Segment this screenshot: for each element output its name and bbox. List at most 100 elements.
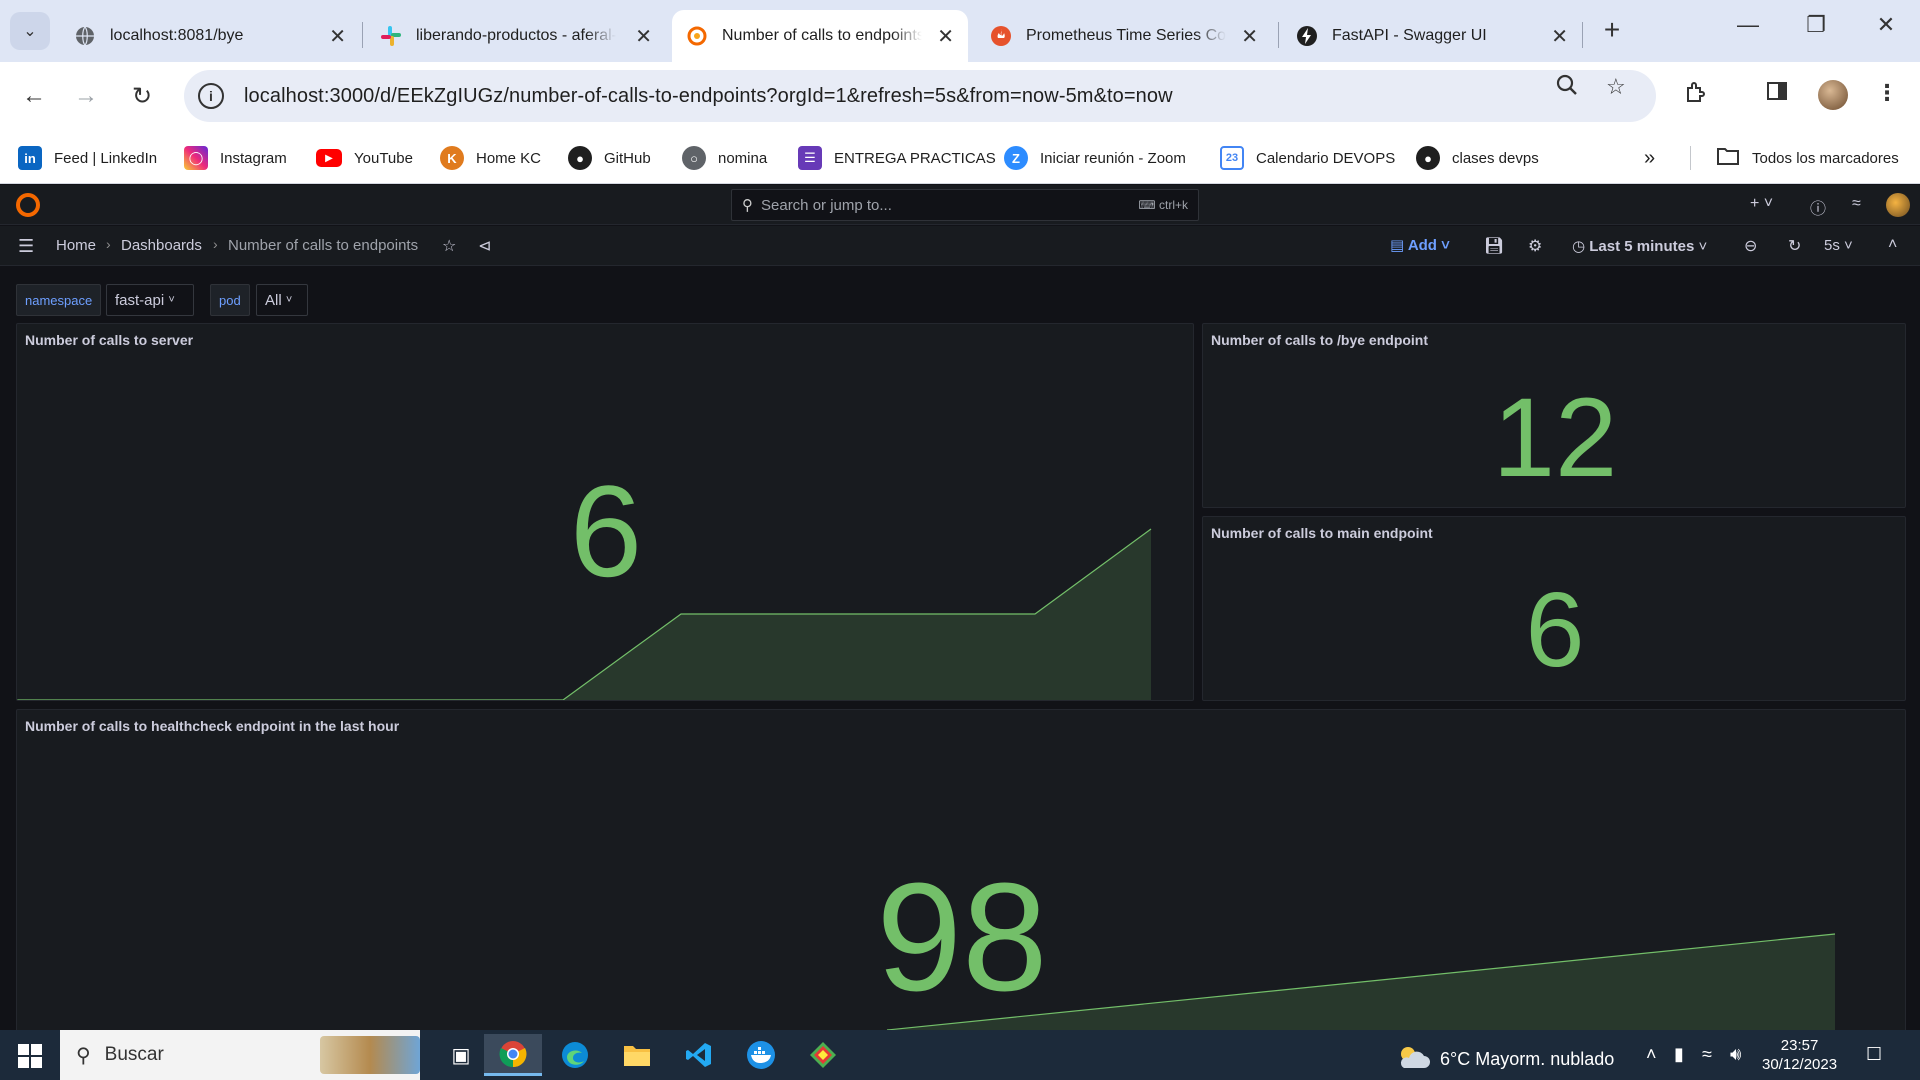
- vscode-taskbar-icon[interactable]: [670, 1034, 728, 1076]
- bookmark-clases-devps[interactable]: ● clases devps: [1416, 144, 1539, 172]
- browser-tab-active[interactable]: Number of calls to endpoints ✕: [672, 10, 968, 62]
- url-text[interactable]: localhost:3000/d/EEkZgIUGz/number-of-cal…: [244, 85, 1173, 108]
- stat-panel-healthcheck-calls[interactable]: Number of calls to healthcheck endpoint …: [16, 709, 1906, 1039]
- bookmark-instagram[interactable]: ◯ Instagram: [184, 144, 287, 172]
- stat-panel-bye-calls[interactable]: Number of calls to /bye endpoint 12: [1202, 323, 1906, 508]
- collapse-icon[interactable]: ˄: [1888, 236, 1897, 254]
- breadcrumb-dashboards[interactable]: Dashboards: [121, 237, 202, 254]
- bookmark-divider: [1690, 146, 1691, 170]
- settings-gear-icon[interactable]: ⚙: [1528, 236, 1542, 256]
- notifications-icon[interactable]: ☐: [1866, 1044, 1882, 1065]
- slack-icon: [380, 25, 402, 47]
- variable-value: fast-api: [115, 291, 165, 309]
- close-icon[interactable]: ✕: [1241, 24, 1258, 49]
- bookmark-nomina[interactable]: ○ nomina: [682, 144, 767, 172]
- new-tab-button[interactable]: +: [1596, 14, 1628, 46]
- new-menu-button[interactable]: + ˅: [1750, 195, 1773, 213]
- browser-tab[interactable]: Prometheus Time Series Colle ✕: [976, 10, 1272, 62]
- volume-icon[interactable]: 🔊︎: [1730, 1044, 1741, 1065]
- address-bar[interactable]: i localhost:3000/d/EEkZgIUGz/number-of-c…: [184, 70, 1656, 122]
- share-icon[interactable]: ⊲: [478, 236, 491, 256]
- search-icon: ⚲: [742, 197, 753, 214]
- browser-tab[interactable]: localhost:8081/bye ✕: [60, 10, 360, 62]
- calendar-icon: 23: [1220, 146, 1244, 170]
- close-icon[interactable]: ✕: [1551, 24, 1568, 49]
- close-icon[interactable]: ✕: [635, 24, 652, 49]
- grafana-top-bar: ⚲ Search or jump to... ⌨ ctrl+k + ˅ ⓘ ≈: [0, 185, 1920, 225]
- panel-title: Number of calls to /bye endpoint: [1211, 332, 1429, 348]
- bookmark-github[interactable]: ● GitHub: [568, 144, 651, 172]
- side-panel-icon[interactable]: [1766, 80, 1788, 108]
- more-menu-icon[interactable]: ⋮: [1876, 80, 1898, 106]
- time-range-picker[interactable]: ◷ Last 5 minutes ˅: [1572, 237, 1707, 255]
- hamburger-menu-icon[interactable]: ☰: [18, 236, 34, 257]
- bookmark-entrega-practicas[interactable]: ☰ ENTREGA PRACTICAS: [798, 144, 996, 172]
- instagram-icon: ◯: [184, 146, 208, 170]
- news-feed-icon[interactable]: ≈: [1852, 195, 1861, 213]
- window-close-button[interactable]: ✕: [1866, 12, 1906, 38]
- chevron-down-icon: ˅: [168, 294, 175, 306]
- restore-button[interactable]: ❐: [1796, 12, 1836, 38]
- star-icon[interactable]: ☆: [442, 236, 456, 256]
- refresh-icon[interactable]: ↻: [1788, 236, 1801, 256]
- bookmark-label: nomina: [718, 149, 768, 167]
- minimize-button[interactable]: —: [1728, 12, 1768, 38]
- bookmark-calendario[interactable]: 23 Calendario DEVOPS: [1220, 144, 1395, 172]
- forward-button[interactable]: →: [66, 76, 106, 116]
- docker-taskbar-icon[interactable]: [732, 1034, 790, 1076]
- bookmark-youtube[interactable]: ▶ YouTube: [316, 144, 413, 172]
- variable-select-namespace[interactable]: fast-api ˅: [106, 284, 194, 316]
- stat-panel-main-calls[interactable]: Number of calls to main endpoint 6: [1202, 516, 1906, 701]
- site-info-icon[interactable]: i: [198, 83, 224, 109]
- folder-icon: [1716, 146, 1740, 170]
- stat-value: 98: [876, 851, 1048, 1023]
- search-input[interactable]: ⚲ Search or jump to... ⌨ ctrl+k: [731, 189, 1199, 221]
- grafana-logo-icon[interactable]: [16, 193, 40, 217]
- stat-panel-server-calls[interactable]: Number of calls to server 6: [16, 323, 1194, 701]
- weather-widget[interactable]: 6°C Mayorm. nublado: [1396, 1044, 1614, 1075]
- battery-icon[interactable]: ▮: [1674, 1044, 1684, 1065]
- file-explorer-icon[interactable]: [608, 1034, 666, 1076]
- grafana-icon: [686, 25, 708, 47]
- git-gui-taskbar-icon[interactable]: [794, 1034, 852, 1076]
- tray-overflow-icon[interactable]: ˄: [1646, 1044, 1657, 1065]
- variable-label-pod: pod: [210, 284, 250, 316]
- taskbar-search-box[interactable]: ⚲ Buscar: [60, 1030, 420, 1080]
- close-icon[interactable]: ✕: [329, 24, 346, 49]
- tab-title: localhost:8081/bye: [110, 27, 244, 44]
- back-button[interactable]: ←: [14, 76, 54, 116]
- windows-start-button[interactable]: [18, 1044, 42, 1068]
- bookmark-label: ENTREGA PRACTICAS: [834, 149, 996, 167]
- user-avatar[interactable]: [1886, 193, 1910, 217]
- task-view-icon[interactable]: ▣: [432, 1034, 490, 1076]
- browser-tab[interactable]: FastAPI - Swagger UI ✕: [1282, 10, 1582, 62]
- tab-search-button[interactable]: ⌄: [10, 12, 50, 50]
- breadcrumb-home[interactable]: Home: [56, 237, 96, 254]
- save-icon[interactable]: 💾︎: [1484, 236, 1504, 256]
- bookmark-star-icon[interactable]: ☆: [1606, 74, 1626, 100]
- all-bookmarks-button[interactable]: Todos los marcadores: [1716, 144, 1899, 172]
- stat-value: 6: [569, 458, 643, 604]
- wifi-icon[interactable]: ≈: [1702, 1044, 1712, 1065]
- bookmark-linkedin[interactable]: in Feed | LinkedIn: [18, 144, 157, 172]
- tab-title: Number of calls to endpoints: [722, 27, 922, 44]
- profile-avatar[interactable]: [1818, 80, 1848, 110]
- browser-tab[interactable]: liberando-productos - aferal- ✕: [366, 10, 666, 62]
- refresh-interval-picker[interactable]: 5s ˅: [1824, 237, 1853, 254]
- help-icon[interactable]: ⓘ: [1810, 195, 1826, 219]
- add-button[interactable]: ▤ Add ˅: [1390, 236, 1450, 254]
- variable-label-namespace: namespace: [16, 284, 102, 316]
- more-bookmarks-button[interactable]: »: [1644, 144, 1655, 172]
- zoom-icon[interactable]: [1556, 74, 1578, 102]
- bookmark-zoom[interactable]: Z Iniciar reunión - Zoom: [1004, 144, 1186, 172]
- edge-taskbar-icon[interactable]: [546, 1034, 604, 1076]
- bookmark-home-kc[interactable]: K Home KC: [440, 144, 541, 172]
- tab-title: Prometheus Time Series Colle: [1026, 27, 1226, 44]
- reload-button[interactable]: ↻: [122, 76, 162, 116]
- system-clock[interactable]: 23:57 30/12/2023: [1762, 1036, 1837, 1074]
- zoom-out-icon[interactable]: ⊖: [1744, 236, 1757, 256]
- extensions-icon[interactable]: [1684, 80, 1708, 110]
- variable-select-pod[interactable]: All ˅: [256, 284, 308, 316]
- chrome-taskbar-icon[interactable]: [484, 1034, 542, 1076]
- close-icon[interactable]: ✕: [937, 24, 954, 49]
